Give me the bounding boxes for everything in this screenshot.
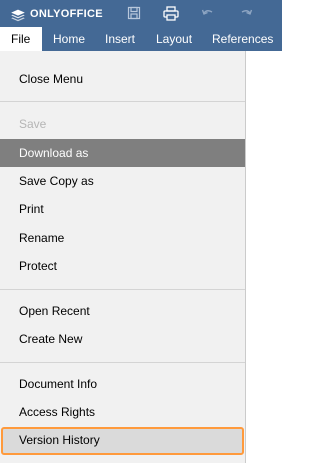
undo-button[interactable] bbox=[198, 4, 218, 22]
print-menu-item[interactable]: Print bbox=[0, 195, 245, 223]
save-icon bbox=[127, 6, 141, 20]
brand-name: ONLYOFFICE bbox=[30, 8, 103, 20]
tab-insert[interactable]: Insert bbox=[105, 27, 135, 51]
protect-menu-item[interactable]: Protect bbox=[0, 252, 245, 280]
save-menu-item: Save bbox=[19, 117, 47, 131]
version-history-menu-item[interactable]: Version History bbox=[1, 427, 244, 455]
redo-button[interactable] bbox=[236, 4, 256, 22]
save-copy-as-menu-item[interactable]: Save Copy as bbox=[0, 167, 245, 195]
rename-menu-item[interactable]: Rename bbox=[0, 224, 245, 252]
print-icon bbox=[163, 5, 179, 21]
tab-layout[interactable]: Layout bbox=[156, 27, 192, 51]
print-button[interactable] bbox=[161, 4, 181, 22]
tab-file[interactable]: File bbox=[0, 27, 42, 51]
redo-icon bbox=[239, 7, 253, 19]
logo-icon bbox=[10, 6, 26, 22]
title-row: ONLYOFFICE bbox=[0, 0, 282, 27]
top-bar: ONLYOFFICE File Home Insert Layout Refer… bbox=[0, 0, 282, 51]
document-info-menu-item[interactable]: Document Info bbox=[0, 370, 245, 398]
save-button[interactable] bbox=[124, 4, 144, 22]
create-new-menu-item[interactable]: Create New bbox=[0, 325, 245, 353]
access-rights-menu-item[interactable]: Access Rights bbox=[0, 398, 245, 426]
onlyoffice-logo[interactable]: ONLYOFFICE bbox=[10, 6, 103, 22]
menu-divider bbox=[0, 101, 245, 102]
undo-icon bbox=[201, 7, 215, 19]
close-menu-item[interactable]: Close Menu bbox=[0, 65, 245, 93]
open-recent-menu-item[interactable]: Open Recent bbox=[0, 297, 245, 325]
download-as-menu-item[interactable]: Download as bbox=[0, 139, 245, 167]
menu-divider bbox=[0, 362, 245, 363]
tab-references[interactable]: References bbox=[212, 27, 273, 51]
menu-divider bbox=[0, 289, 245, 290]
file-menu: Close Menu Save Download as Save Copy as… bbox=[0, 51, 246, 463]
ribbon-tabs: File Home Insert Layout References bbox=[0, 27, 282, 51]
tab-home[interactable]: Home bbox=[53, 27, 85, 51]
